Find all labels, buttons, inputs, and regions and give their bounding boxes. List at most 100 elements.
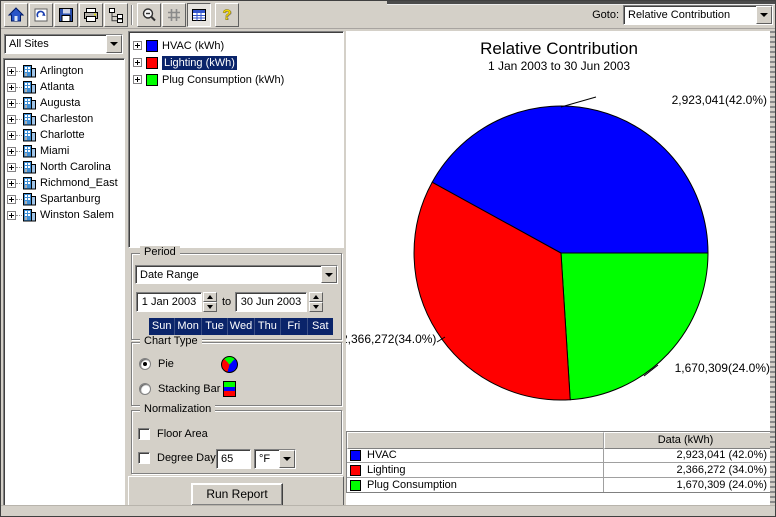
tree-item-site[interactable]: Miami bbox=[4, 143, 124, 159]
stacking-bar-radio[interactable] bbox=[139, 383, 151, 395]
table-header-row: Data (kWh) bbox=[347, 432, 771, 447]
expand-icon[interactable] bbox=[7, 115, 16, 124]
row-value: 1,670,309 (24.0%) bbox=[604, 478, 771, 492]
goto-dropdown-arrow-icon[interactable] bbox=[756, 6, 772, 24]
row-color-swatch bbox=[350, 480, 361, 491]
expand-icon[interactable] bbox=[7, 195, 16, 204]
table-view-button[interactable] bbox=[187, 3, 211, 27]
stacking-bar-radio-row[interactable]: Stacking Bar bbox=[139, 383, 220, 395]
day-toggle-mon[interactable]: Mon bbox=[175, 318, 201, 335]
expand-icon[interactable] bbox=[7, 67, 16, 76]
day-toggle-sun[interactable]: Sun bbox=[149, 318, 175, 335]
row-value: 2,366,272 (34.0%) bbox=[604, 463, 771, 477]
day-toggle-tue[interactable]: Tue bbox=[202, 318, 228, 335]
pie-slice-plug-consumption[interactable] bbox=[561, 253, 708, 400]
expand-icon[interactable] bbox=[7, 179, 16, 188]
expand-icon[interactable] bbox=[133, 58, 142, 67]
floor-area-row[interactable]: Floor Area bbox=[138, 428, 208, 440]
start-date-spinner[interactable] bbox=[203, 292, 217, 312]
home-button[interactable] bbox=[4, 3, 28, 27]
end-date-spinner[interactable] bbox=[309, 292, 323, 312]
day-toggle-fri[interactable]: Fri bbox=[281, 318, 307, 335]
end-date-field[interactable]: 30 Jun 2003 bbox=[235, 292, 307, 312]
date-range-type-combobox[interactable]: Date Range bbox=[135, 265, 338, 284]
refresh-button[interactable] bbox=[29, 3, 53, 27]
floor-area-checkbox[interactable] bbox=[138, 428, 150, 440]
date-to-label: to bbox=[222, 296, 231, 308]
site-filter-dropdown-arrow-icon[interactable] bbox=[106, 35, 122, 53]
site-label: Atlanta bbox=[40, 81, 74, 93]
degree-day-row[interactable]: Degree Day bbox=[138, 452, 216, 464]
goto-label: Goto: bbox=[592, 9, 619, 21]
callout-plug: 1,670,309(24.0%) bbox=[675, 361, 770, 375]
stacking-bar-icon bbox=[223, 381, 236, 397]
grid-button[interactable] bbox=[162, 3, 186, 27]
spin-down-icon[interactable] bbox=[309, 302, 323, 312]
chart-type-title: Chart Type bbox=[140, 335, 202, 347]
save-button[interactable] bbox=[54, 3, 78, 27]
right-splitter[interactable] bbox=[770, 31, 775, 505]
tree-item-site[interactable]: Augusta bbox=[4, 95, 124, 111]
day-toggle-sat[interactable]: Sat bbox=[308, 318, 333, 335]
building-icon bbox=[22, 160, 37, 174]
site-filter-combobox[interactable]: All Sites bbox=[4, 34, 123, 54]
expand-icon[interactable] bbox=[133, 41, 142, 50]
series-color-swatch bbox=[146, 40, 158, 52]
callout-hvac: 2,923,041(42.0%) bbox=[672, 93, 767, 107]
run-report-button[interactable]: Run Report bbox=[191, 483, 283, 506]
expand-icon[interactable] bbox=[7, 147, 16, 156]
tree-item-site[interactable]: North Carolina bbox=[4, 159, 124, 175]
tree-item-site[interactable]: Winston Salem bbox=[4, 207, 124, 223]
day-toggle-wed[interactable]: Wed bbox=[228, 318, 254, 335]
building-icon bbox=[22, 208, 37, 222]
grid-icon bbox=[165, 6, 183, 24]
expand-icon[interactable] bbox=[133, 75, 142, 84]
expand-icon[interactable] bbox=[7, 211, 16, 220]
legend-item-hvac[interactable]: HVAC (kWh) bbox=[129, 37, 343, 54]
expand-icon[interactable] bbox=[7, 99, 16, 108]
spin-up-icon[interactable] bbox=[203, 292, 217, 302]
pie-radio-label: Pie bbox=[158, 358, 174, 370]
help-icon: ?? bbox=[218, 6, 236, 24]
help-button[interactable]: ?? bbox=[215, 3, 239, 27]
site-tree-button[interactable] bbox=[104, 3, 128, 27]
spin-down-icon[interactable] bbox=[203, 302, 217, 312]
legend-item-lighting[interactable]: Lighting (kWh) bbox=[129, 54, 343, 71]
degree-day-value-input[interactable] bbox=[216, 449, 251, 469]
legend-item-plug-consumption[interactable]: Plug Consumption (kWh) bbox=[129, 71, 343, 88]
chart-panel: Relative Contribution 1 Jan 2003 to 30 J… bbox=[346, 31, 772, 505]
pie-radio[interactable] bbox=[139, 358, 151, 370]
row-name: Plug Consumption bbox=[367, 479, 457, 491]
degree-unit-combobox[interactable]: °F bbox=[254, 449, 296, 469]
print-button[interactable] bbox=[79, 3, 103, 27]
start-date-field[interactable]: 1 Jan 2003 bbox=[136, 292, 202, 312]
refresh-icon bbox=[32, 6, 50, 24]
expand-icon[interactable] bbox=[7, 163, 16, 172]
table-value-header: Data (kWh) bbox=[604, 432, 771, 449]
tree-item-site[interactable]: Atlanta bbox=[4, 79, 124, 95]
tree-item-site[interactable]: Richmond_East bbox=[4, 175, 124, 191]
row-value: 2,923,041 (42.0%) bbox=[604, 448, 771, 462]
spin-up-icon[interactable] bbox=[309, 292, 323, 302]
print-icon bbox=[82, 6, 100, 24]
goto-combobox[interactable]: Relative Contribution bbox=[623, 5, 773, 25]
day-toggle-thu[interactable]: Thu bbox=[255, 318, 281, 335]
table-row[interactable]: Lighting 2,366,272 (34.0%) bbox=[347, 462, 771, 477]
table-row[interactable]: HVAC 2,923,041 (42.0%) bbox=[347, 447, 771, 462]
table-row[interactable]: Plug Consumption 1,670,309 (24.0%) bbox=[347, 477, 771, 492]
date-range-dropdown-arrow-icon[interactable] bbox=[321, 266, 337, 283]
degree-unit-dropdown-arrow-icon[interactable] bbox=[279, 450, 295, 468]
expand-icon[interactable] bbox=[7, 83, 16, 92]
tree-item-site[interactable]: Charleston bbox=[4, 111, 124, 127]
expand-icon[interactable] bbox=[7, 131, 16, 140]
tree-item-site[interactable]: Charlotte bbox=[4, 127, 124, 143]
tree-item-site[interactable]: Arlington bbox=[4, 63, 124, 79]
degree-day-checkbox[interactable] bbox=[138, 452, 150, 464]
building-icon bbox=[22, 80, 37, 94]
date-range-type-value: Date Range bbox=[136, 269, 321, 281]
pie-radio-row[interactable]: Pie bbox=[139, 358, 174, 370]
callout-lighting: 2,366,272(34.0%) bbox=[346, 332, 436, 346]
building-icon bbox=[22, 144, 37, 158]
tree-item-site[interactable]: Spartanburg bbox=[4, 191, 124, 207]
zoom-out-button[interactable] bbox=[137, 3, 161, 27]
